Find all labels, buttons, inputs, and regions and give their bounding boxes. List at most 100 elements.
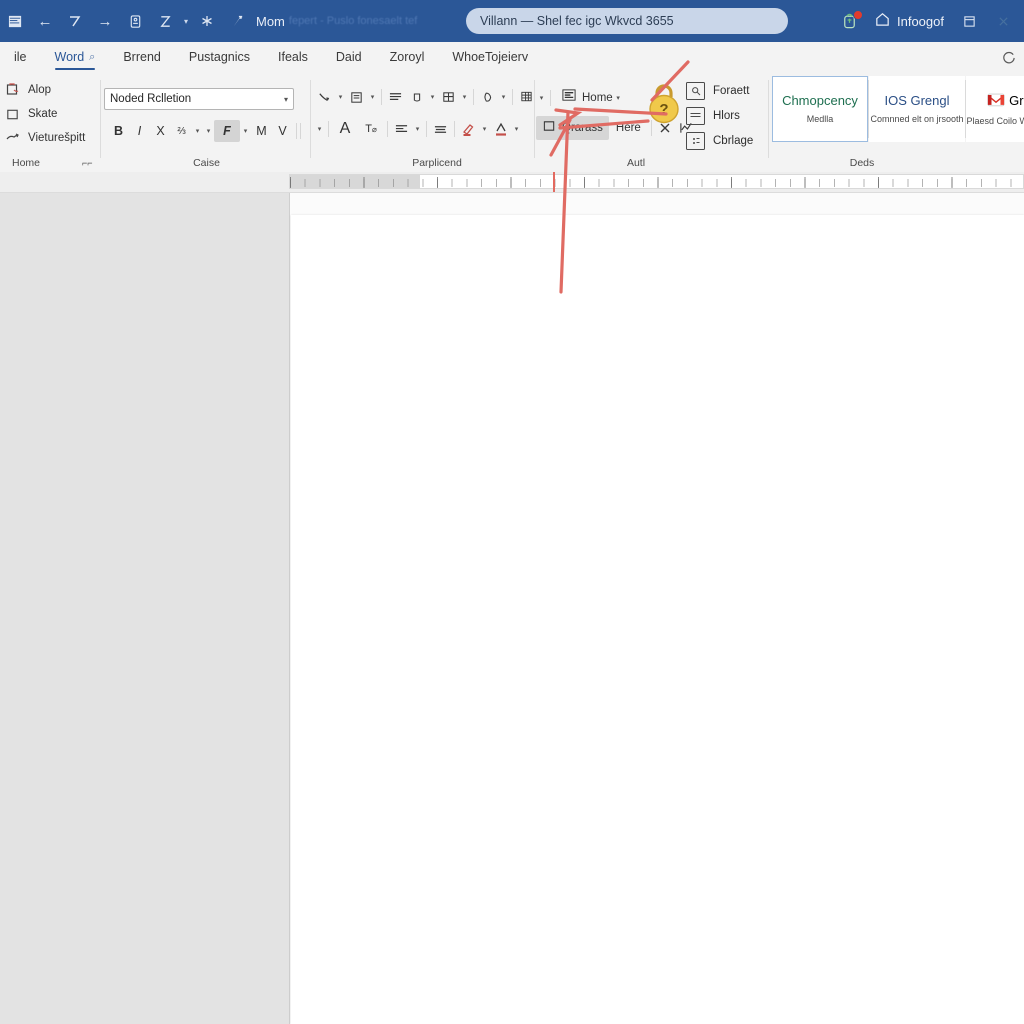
text-box-icon: [561, 88, 577, 108]
tab-label: Daid: [335, 50, 362, 64]
subscript-button[interactable]: ⅔: [171, 120, 192, 142]
line-spacing-caret[interactable]: ▾: [427, 93, 438, 101]
here-button[interactable]: Here: [609, 116, 648, 140]
numbering-button[interactable]: [346, 86, 367, 108]
align-left-button[interactable]: [391, 118, 412, 140]
customize-caret-icon[interactable]: ▾: [180, 17, 192, 26]
red-cursor-marker: [553, 172, 555, 192]
bold-button[interactable]: B: [108, 120, 129, 142]
italic-button[interactable]: I: [129, 120, 150, 142]
document-canvas[interactable]: [290, 193, 1024, 1024]
locked-question-badge: ?: [646, 80, 682, 124]
shrink-font-button[interactable]: V: [272, 120, 293, 142]
text-color-caret[interactable]: ▾: [511, 125, 522, 133]
style-card-2[interactable]: Gratz Plaesd Coilo Wilih aene: [966, 76, 1024, 142]
paragraph-row2: ▾ A T ⌀ ▾ ▾ ▾: [314, 118, 522, 140]
borders-caret[interactable]: ▾: [459, 93, 470, 101]
close-window-icon[interactable]: [986, 4, 1020, 38]
paragraph-group: ▾ ▾ ▾ ▾ ▾ ▾ A T ⌀ ▾ ▾ ▾ Parplicend: [312, 72, 562, 172]
chevron-down-icon: ▾: [283, 94, 288, 104]
style-subtitle: Comnned elt on jrsooth: [870, 114, 964, 124]
bullets-caret[interactable]: ▾: [335, 93, 346, 101]
tab-word[interactable]: Word ⌕: [41, 42, 110, 72]
here-label: Here: [615, 122, 641, 134]
paste-command[interactable]: Alop: [4, 78, 100, 102]
font-group: Noded Rclletion ▾ B I X ⅔ ▾ ▾ F ▾ M V Ca…: [104, 72, 309, 172]
row2-leading-caret[interactable]: ▾: [314, 125, 325, 133]
tab-label: Brrend: [123, 50, 161, 64]
accessibility-icon[interactable]: [192, 6, 222, 36]
tab-pustagnics[interactable]: Pustagnics: [175, 42, 264, 72]
text-effects-caret[interactable]: ▾: [192, 127, 203, 135]
align-center-button[interactable]: [430, 118, 451, 140]
styles-gallery: Chmopcency Medlla IOS Grengl Comnned elt…: [772, 76, 1024, 142]
find-label: Foraett: [713, 84, 750, 97]
undo-icon[interactable]: [60, 6, 90, 36]
tab-zoroyl[interactable]: Zoroyl: [376, 42, 439, 72]
font-name-combobox[interactable]: Noded Rclletion ▾: [104, 88, 294, 110]
borders-button[interactable]: [438, 86, 459, 108]
redo-icon[interactable]: →: [90, 6, 120, 36]
tab-whoetojeierv[interactable]: WhoeTojeierv: [438, 42, 542, 72]
shading-button[interactable]: [477, 86, 498, 108]
style-card-0[interactable]: Chmopcency Medlla: [772, 76, 868, 142]
highlight-color-caret[interactable]: ▾: [479, 125, 490, 133]
account-button[interactable]: Infoogof: [866, 11, 952, 31]
save-icon[interactable]: [120, 6, 150, 36]
ribbon: Alop Skate Vieturešpitt Home ⌐⌐ Noded Rc…: [0, 72, 1024, 173]
title-bar: ← → ▾ Mom fepert - Puslo fonesaelt tef V…: [0, 0, 1024, 42]
search-value: Villann — Shel fec igc Wkvcd 3655: [480, 14, 674, 28]
find-command[interactable]: Foraett: [686, 78, 753, 103]
dictate-caret[interactable]: ▾: [536, 94, 547, 102]
ruler-major-ticks: [290, 177, 1023, 188]
shading-caret[interactable]: ▾: [498, 93, 509, 101]
format-painter-command[interactable]: Vieturešpitt: [4, 126, 100, 150]
replace-command[interactable]: Hlors: [686, 103, 753, 128]
highlight-caret[interactable]: ▾: [203, 127, 214, 135]
clear-formatting-button[interactable]: T ⌀: [358, 118, 384, 140]
text-color-button[interactable]: [490, 118, 511, 140]
tab-label: Zoroyl: [389, 50, 425, 64]
select-command[interactable]: Cbrlage: [686, 128, 753, 153]
back-arrow-icon[interactable]: ←: [30, 6, 60, 36]
restore-window-icon[interactable]: [952, 4, 986, 38]
tab-brrend[interactable]: Brrend: [109, 42, 175, 72]
qrarass-button[interactable]: Qrarass: [536, 116, 609, 140]
autosave-toggle-icon[interactable]: [150, 6, 180, 36]
search-input[interactable]: Villann — Shel fec igc Wkvcd 3655: [466, 8, 788, 34]
divider: [426, 121, 427, 137]
document-page[interactable]: [291, 215, 1024, 1024]
tab-ifeals[interactable]: Ifeals: [264, 42, 322, 72]
cut-command[interactable]: Skate: [4, 102, 100, 126]
align-left-caret[interactable]: ▾: [412, 125, 423, 133]
style-title: Chmopcency: [782, 93, 858, 108]
share-up-icon[interactable]: [222, 6, 252, 36]
text-box-command[interactable]: Home ▾: [554, 86, 631, 110]
text-box-caret[interactable]: ▾: [613, 94, 624, 102]
numbering-caret[interactable]: ▾: [367, 93, 378, 101]
align-justify-button[interactable]: [385, 86, 406, 108]
left-navigation-pane[interactable]: [0, 193, 290, 1024]
bullets-button[interactable]: [314, 86, 335, 108]
strikethrough-button[interactable]: X: [150, 120, 171, 142]
line-spacing-button[interactable]: [406, 86, 427, 108]
divider: [387, 121, 388, 137]
horizontal-ruler[interactable]: [289, 174, 1024, 189]
font-color-button[interactable]: F: [214, 120, 240, 142]
tab-label: ile: [14, 50, 27, 64]
change-case-button[interactable]: A: [332, 118, 358, 140]
tab-file[interactable]: ile: [0, 42, 41, 72]
word-doc-icon[interactable]: [0, 6, 30, 36]
tab-daid[interactable]: Daid: [322, 42, 376, 72]
style-subtitle: Medlla: [806, 114, 834, 124]
dialog-launcher-icon[interactable]: ⌐⌐: [82, 158, 93, 168]
refresh-icon[interactable]: [1001, 42, 1016, 72]
title-bar-right: Infoogof: [832, 0, 1020, 42]
editing-mini-list: Foraett Hlors Cbrlage: [686, 78, 753, 153]
bell-alert-icon[interactable]: [832, 4, 866, 38]
font-color-caret[interactable]: ▾: [240, 127, 251, 135]
grow-font-button[interactable]: M: [251, 120, 272, 142]
account-home-icon: [874, 11, 891, 31]
highlight-color-button[interactable]: [458, 118, 479, 140]
style-card-1[interactable]: IOS Grengl Comnned elt on jrsooth: [869, 76, 965, 142]
